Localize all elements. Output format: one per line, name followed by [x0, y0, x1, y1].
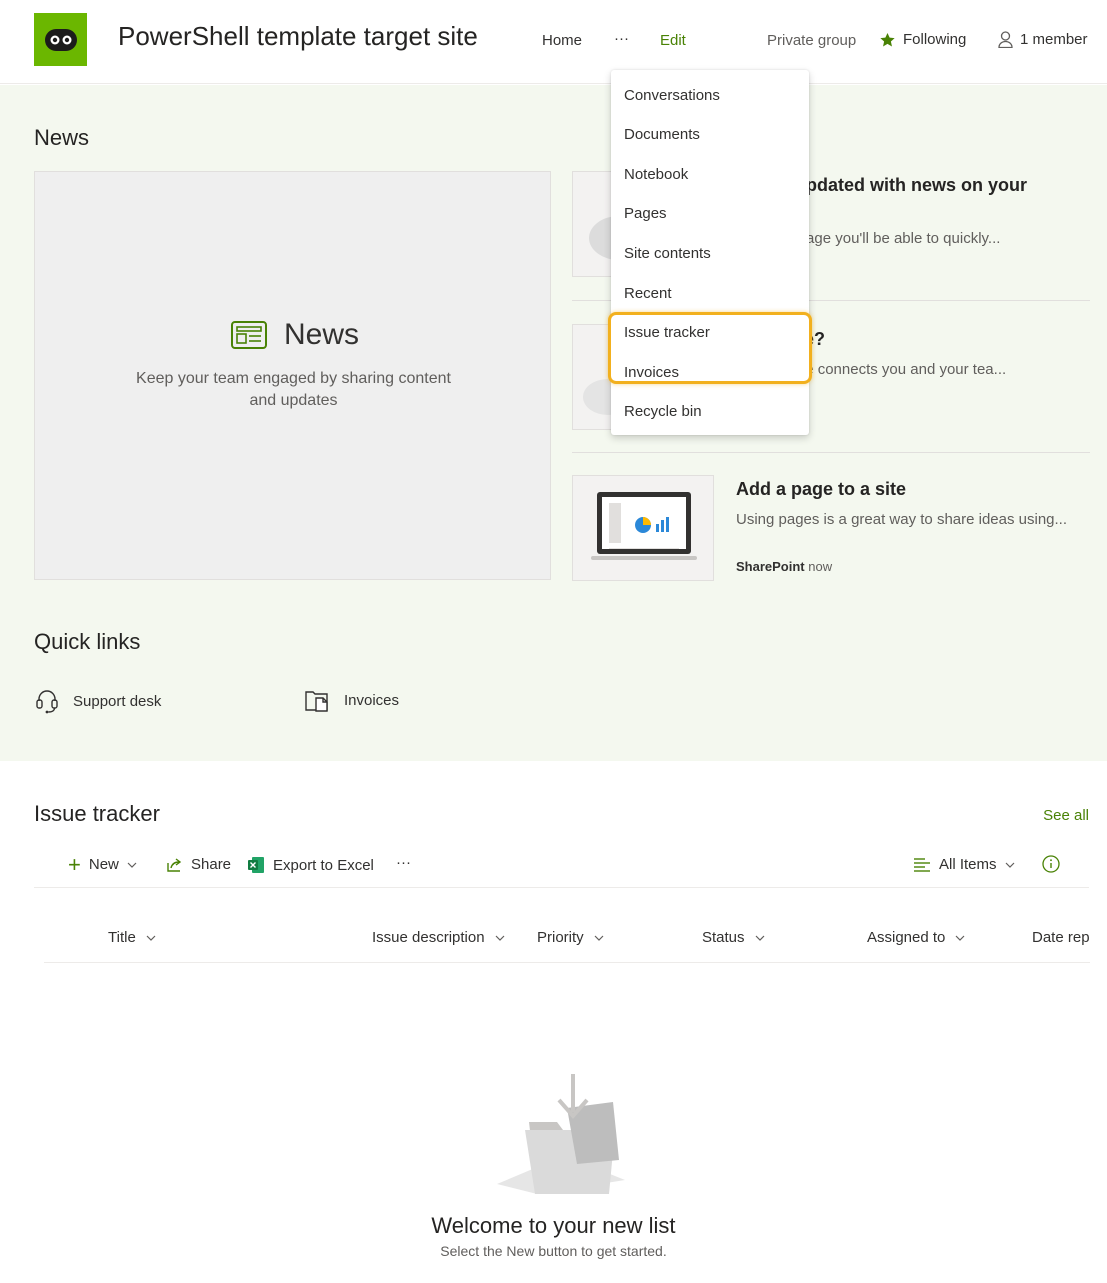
- info-button[interactable]: [1042, 855, 1060, 873]
- news-section-title: News: [34, 125, 90, 150]
- empty-list-title: Welcome to your new list: [431, 1213, 676, 1238]
- chevron-down-icon: [127, 862, 137, 868]
- chevron-down-icon: [495, 935, 504, 941]
- members-label: 1 member: [1020, 31, 1088, 48]
- see-all-link[interactable]: See all: [1043, 807, 1089, 824]
- news-divider: [572, 452, 1090, 453]
- nav-home[interactable]: Home: [542, 32, 582, 49]
- more-commands-button[interactable]: ···: [396, 854, 411, 871]
- site-logo[interactable]: [34, 13, 87, 66]
- view-switcher[interactable]: All Items: [913, 856, 1015, 873]
- nav-edit[interactable]: Edit: [660, 32, 686, 49]
- site-header: PowerShell template target site Home ···…: [0, 0, 1107, 84]
- column-header-label: Issue description: [372, 929, 485, 946]
- following-button[interactable]: Following: [879, 31, 966, 48]
- empty-folder-icon: [497, 1074, 625, 1194]
- column-header-label: Title: [108, 929, 136, 946]
- quick-links-title: Quick links: [34, 629, 141, 654]
- newspaper-icon: [231, 321, 267, 349]
- headset-icon: [36, 690, 58, 714]
- chevron-down-icon: [1005, 862, 1014, 868]
- person-icon: [998, 31, 1013, 48]
- news-item-title[interactable]: Add a page to a site: [736, 479, 906, 500]
- share-button-label: Share: [191, 856, 232, 873]
- column-header-status[interactable]: Status: [702, 929, 765, 946]
- menu-item-invoices[interactable]: Invoices: [624, 364, 679, 381]
- chevron-down-icon: [955, 935, 965, 941]
- news-item[interactable]: Add a page to a site Using pages is a gr…: [572, 475, 1090, 581]
- menu-item-recycle-bin[interactable]: Recycle bin: [624, 403, 702, 420]
- news-item-meta: SharePoint now: [736, 559, 832, 574]
- site-logo-icon: [44, 28, 77, 51]
- menu-item-notebook[interactable]: Notebook: [624, 166, 688, 183]
- news-hero-title: News: [284, 318, 360, 351]
- members-button[interactable]: 1 member: [998, 31, 1088, 48]
- news-hero-description: Keep your team engaged by sharing conten…: [136, 370, 451, 409]
- empty-list-subtitle: Select the New button to get started.: [440, 1243, 667, 1259]
- menu-item-recent[interactable]: Recent: [624, 285, 672, 302]
- news-item-time: now: [808, 559, 833, 574]
- empty-list-illustration: [495, 1072, 630, 1199]
- site-title[interactable]: PowerShell template target site: [118, 21, 478, 52]
- column-header-assigned-to[interactable]: Assigned to: [867, 929, 965, 946]
- star-filled-icon: [880, 32, 895, 46]
- view-list-icon: [914, 857, 930, 872]
- news-hero-heading: News: [230, 318, 359, 352]
- news-item-description: Using pages is a great way to share idea…: [736, 511, 1068, 528]
- share-button[interactable]: Share: [165, 856, 231, 873]
- column-header-issue-description[interactable]: Issue description: [372, 929, 505, 946]
- laptop-chart-illustration: [591, 492, 697, 560]
- menu-item-conversations[interactable]: Conversations: [624, 87, 720, 104]
- privacy-label: Private group: [767, 32, 857, 49]
- new-button[interactable]: + New: [68, 851, 137, 877]
- news-thumbnail: [572, 475, 714, 581]
- chevron-down-icon: [755, 935, 764, 941]
- news-item-author: SharePoint: [736, 559, 805, 574]
- menu-item-pages[interactable]: Pages: [624, 205, 667, 222]
- more-nav-dropdown: Conversations Documents Notebook Pages S…: [611, 70, 809, 435]
- export-button-label: Export to Excel: [273, 856, 374, 874]
- issue-tracker-title[interactable]: Issue tracker: [34, 801, 160, 827]
- list-column-headers: Title Issue description Priority Status …: [44, 915, 1090, 963]
- export-to-excel-button[interactable]: Export to Excel: [247, 856, 374, 874]
- quick-link-label: Support desk: [73, 692, 162, 710]
- quick-link-label: Invoices: [344, 691, 400, 709]
- excel-icon: [248, 857, 264, 873]
- view-label: All Items: [939, 856, 997, 873]
- column-header-label: Date rep: [1032, 929, 1090, 946]
- folder-document-icon: [305, 691, 328, 712]
- menu-item-issue-tracker[interactable]: Issue tracker: [624, 324, 710, 341]
- chevron-down-icon: [146, 935, 156, 941]
- column-header-priority[interactable]: Priority: [537, 929, 604, 946]
- column-header-label: Status: [702, 929, 745, 946]
- quick-link-invoices[interactable]: Invoices: [304, 688, 399, 712]
- info-icon: [1042, 855, 1060, 873]
- column-header-date-reported[interactable]: Date rep: [1032, 929, 1090, 946]
- column-header-label: Priority: [537, 929, 584, 946]
- plus-icon: +: [68, 851, 81, 877]
- list-command-bar: + New Share Export to Excel ··· All Item…: [34, 848, 1089, 888]
- nav-more-button[interactable]: ···: [614, 30, 629, 47]
- quick-link-support-desk[interactable]: Support desk: [35, 688, 161, 714]
- share-icon: [167, 857, 182, 872]
- column-header-label: Assigned to: [867, 929, 946, 946]
- new-button-label: New: [88, 856, 119, 873]
- chevron-down-icon: [594, 935, 604, 941]
- menu-item-documents[interactable]: Documents: [624, 126, 700, 143]
- news-hero-placeholder: News Keep your team engaged by sharing c…: [34, 171, 551, 580]
- following-label: Following: [903, 31, 967, 48]
- column-header-title[interactable]: Title: [108, 929, 156, 946]
- menu-item-site-contents[interactable]: Site contents: [624, 245, 711, 262]
